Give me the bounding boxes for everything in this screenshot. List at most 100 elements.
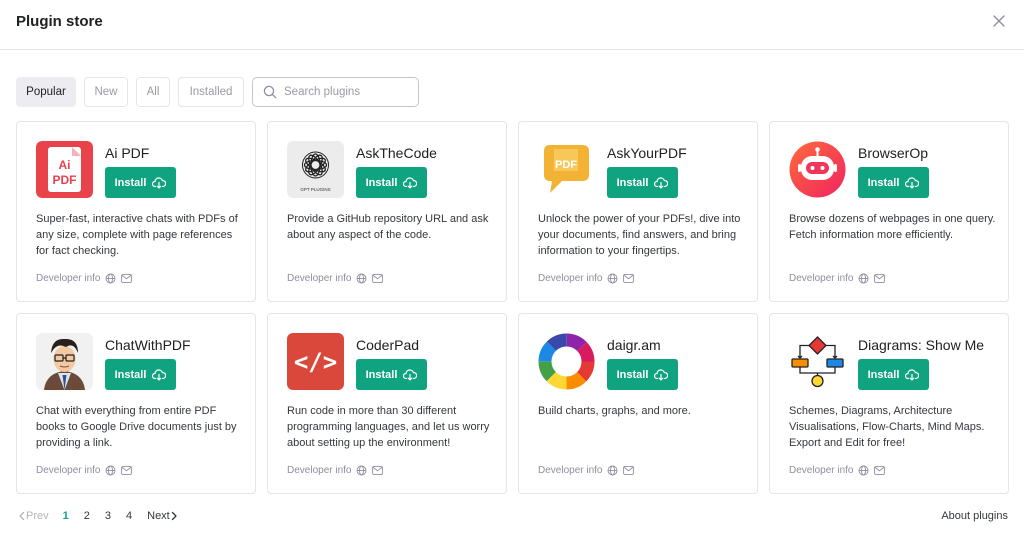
- plugin-card-chatwithpdf: ChatWithPDF Install Chat with everything…: [16, 313, 256, 494]
- plugin-name: BrowserOp: [858, 145, 929, 161]
- cloud-download-icon: [403, 176, 418, 189]
- developer-info: Developer info: [36, 465, 137, 476]
- developer-info: Developer info: [287, 465, 388, 476]
- plugin-card-daigram: daigr.am Install Build charts, graphs, a…: [518, 313, 758, 494]
- globe-icon[interactable]: [105, 465, 116, 476]
- developer-info-label: Developer info: [789, 465, 854, 476]
- mail-icon[interactable]: [121, 274, 133, 283]
- plugin-name: Ai PDF: [105, 145, 150, 161]
- developer-info: Developer info: [538, 273, 639, 284]
- plugin-description: Schemes, Diagrams, Architecture Visualis…: [789, 405, 985, 449]
- mail-icon[interactable]: [121, 466, 133, 475]
- cloud-download-icon: [905, 176, 920, 189]
- plugin-grid: Ai PDF Ai PDF Install Super-fast, intera…: [16, 121, 1009, 494]
- chatwithpdf-logo: [36, 333, 93, 390]
- cloud-download-icon: [654, 176, 669, 189]
- plugin-card-coderpad: </> CoderPad Install Run code in more th…: [267, 313, 507, 494]
- plugin-card-askyourpdf: PDF AskYourPDF Install Unlock the power …: [518, 121, 758, 302]
- mail-icon[interactable]: [623, 274, 635, 283]
- plugin-name: ChatWithPDF: [105, 337, 191, 353]
- install-label: Install: [365, 176, 398, 189]
- install-label: Install: [616, 176, 649, 189]
- filter-all[interactable]: All: [136, 77, 170, 107]
- developer-info-label: Developer info: [36, 465, 101, 476]
- cloud-download-icon: [152, 368, 167, 381]
- mail-icon[interactable]: [372, 274, 384, 283]
- developer-info-label: Developer info: [538, 465, 603, 476]
- globe-icon[interactable]: [858, 273, 869, 284]
- globe-icon[interactable]: [607, 465, 618, 476]
- cloud-download-icon: [403, 368, 418, 381]
- askthecode-logo: GPT PLUGINS: [287, 141, 344, 198]
- install-label: Install: [616, 368, 649, 381]
- plugin-card-ai-pdf: Ai PDF Ai PDF Install Super-fast, intera…: [16, 121, 256, 302]
- search-input[interactable]: [284, 86, 409, 98]
- modal-header: Plugin store: [0, 0, 1024, 50]
- chevron-right-icon: [171, 511, 177, 521]
- mail-icon[interactable]: [372, 466, 384, 475]
- install-button[interactable]: Install: [105, 167, 176, 198]
- page-3[interactable]: 3: [105, 510, 111, 522]
- filter-new[interactable]: New: [84, 77, 128, 107]
- next-label: Next: [147, 510, 170, 522]
- install-label: Install: [867, 176, 900, 189]
- install-button[interactable]: Install: [858, 167, 929, 198]
- mail-icon[interactable]: [874, 274, 886, 283]
- daigram-logo: [538, 333, 595, 390]
- developer-info: Developer info: [789, 273, 890, 284]
- install-button[interactable]: Install: [356, 167, 427, 198]
- page-1[interactable]: 1: [63, 510, 69, 522]
- page-title: Plugin store: [16, 13, 103, 30]
- plugin-name: CoderPad: [356, 337, 420, 353]
- plugin-name: AskYourPDF: [607, 145, 687, 161]
- developer-info-label: Developer info: [789, 273, 854, 284]
- close-icon[interactable]: [990, 12, 1008, 30]
- mail-icon[interactable]: [874, 466, 886, 475]
- page-4[interactable]: 4: [126, 510, 132, 522]
- cloud-download-icon: [905, 368, 920, 381]
- plugin-card-browserop: BrowserOp Install Browse dozens of webpa…: [769, 121, 1009, 302]
- page-2[interactable]: 2: [84, 510, 90, 522]
- install-button[interactable]: Install: [858, 359, 929, 390]
- filter-bar: Popular New All Installed: [16, 77, 419, 107]
- plugin-description: Build charts, graphs, and more.: [538, 405, 691, 417]
- plugin-description: Chat with everything from entire PDF boo…: [36, 405, 237, 449]
- globe-icon[interactable]: [356, 273, 367, 284]
- install-button[interactable]: Install: [356, 359, 427, 390]
- install-label: Install: [114, 176, 147, 189]
- install-button[interactable]: Install: [607, 167, 678, 198]
- plugin-name: Diagrams: Show Me: [858, 337, 985, 353]
- globe-icon[interactable]: [356, 465, 367, 476]
- globe-icon[interactable]: [858, 465, 869, 476]
- plugin-card-diagrams-show-me: Diagrams: Show Me Install Schemes, Diagr…: [769, 313, 1009, 494]
- pagination: Prev 1 2 3 4 Next: [18, 510, 178, 522]
- ai-pdf-logo: Ai PDF: [36, 141, 93, 198]
- filter-popular[interactable]: Popular: [16, 77, 76, 107]
- next-page-button[interactable]: Next: [147, 510, 178, 522]
- search-box[interactable]: [252, 77, 419, 107]
- developer-info-label: Developer info: [287, 465, 352, 476]
- askyourpdf-logo: PDF: [538, 141, 595, 198]
- globe-icon[interactable]: [607, 273, 618, 284]
- plugin-description: Browse dozens of webpages in one query. …: [789, 213, 996, 241]
- mail-icon[interactable]: [623, 466, 635, 475]
- browserop-logo: [789, 141, 846, 198]
- globe-icon[interactable]: [105, 273, 116, 284]
- install-label: Install: [114, 368, 147, 381]
- plugin-name: daigr.am: [607, 337, 661, 353]
- svg-text:</>: </>: [294, 348, 337, 376]
- plugin-description: Run code in more than 30 different progr…: [287, 405, 490, 449]
- filter-installed[interactable]: Installed: [178, 77, 244, 107]
- developer-info: Developer info: [538, 465, 639, 476]
- developer-info: Developer info: [287, 273, 388, 284]
- search-icon: [263, 85, 277, 99]
- developer-info-label: Developer info: [538, 273, 603, 284]
- about-plugins-link[interactable]: About plugins: [941, 510, 1008, 522]
- prev-page-button[interactable]: Prev: [18, 510, 49, 522]
- install-button[interactable]: Install: [105, 359, 176, 390]
- install-label: Install: [365, 368, 398, 381]
- chevron-left-icon: [19, 511, 25, 521]
- plugin-card-askthecode: GPT PLUGINS AskTheCode Install Provide a…: [267, 121, 507, 302]
- prev-label: Prev: [26, 510, 49, 522]
- install-button[interactable]: Install: [607, 359, 678, 390]
